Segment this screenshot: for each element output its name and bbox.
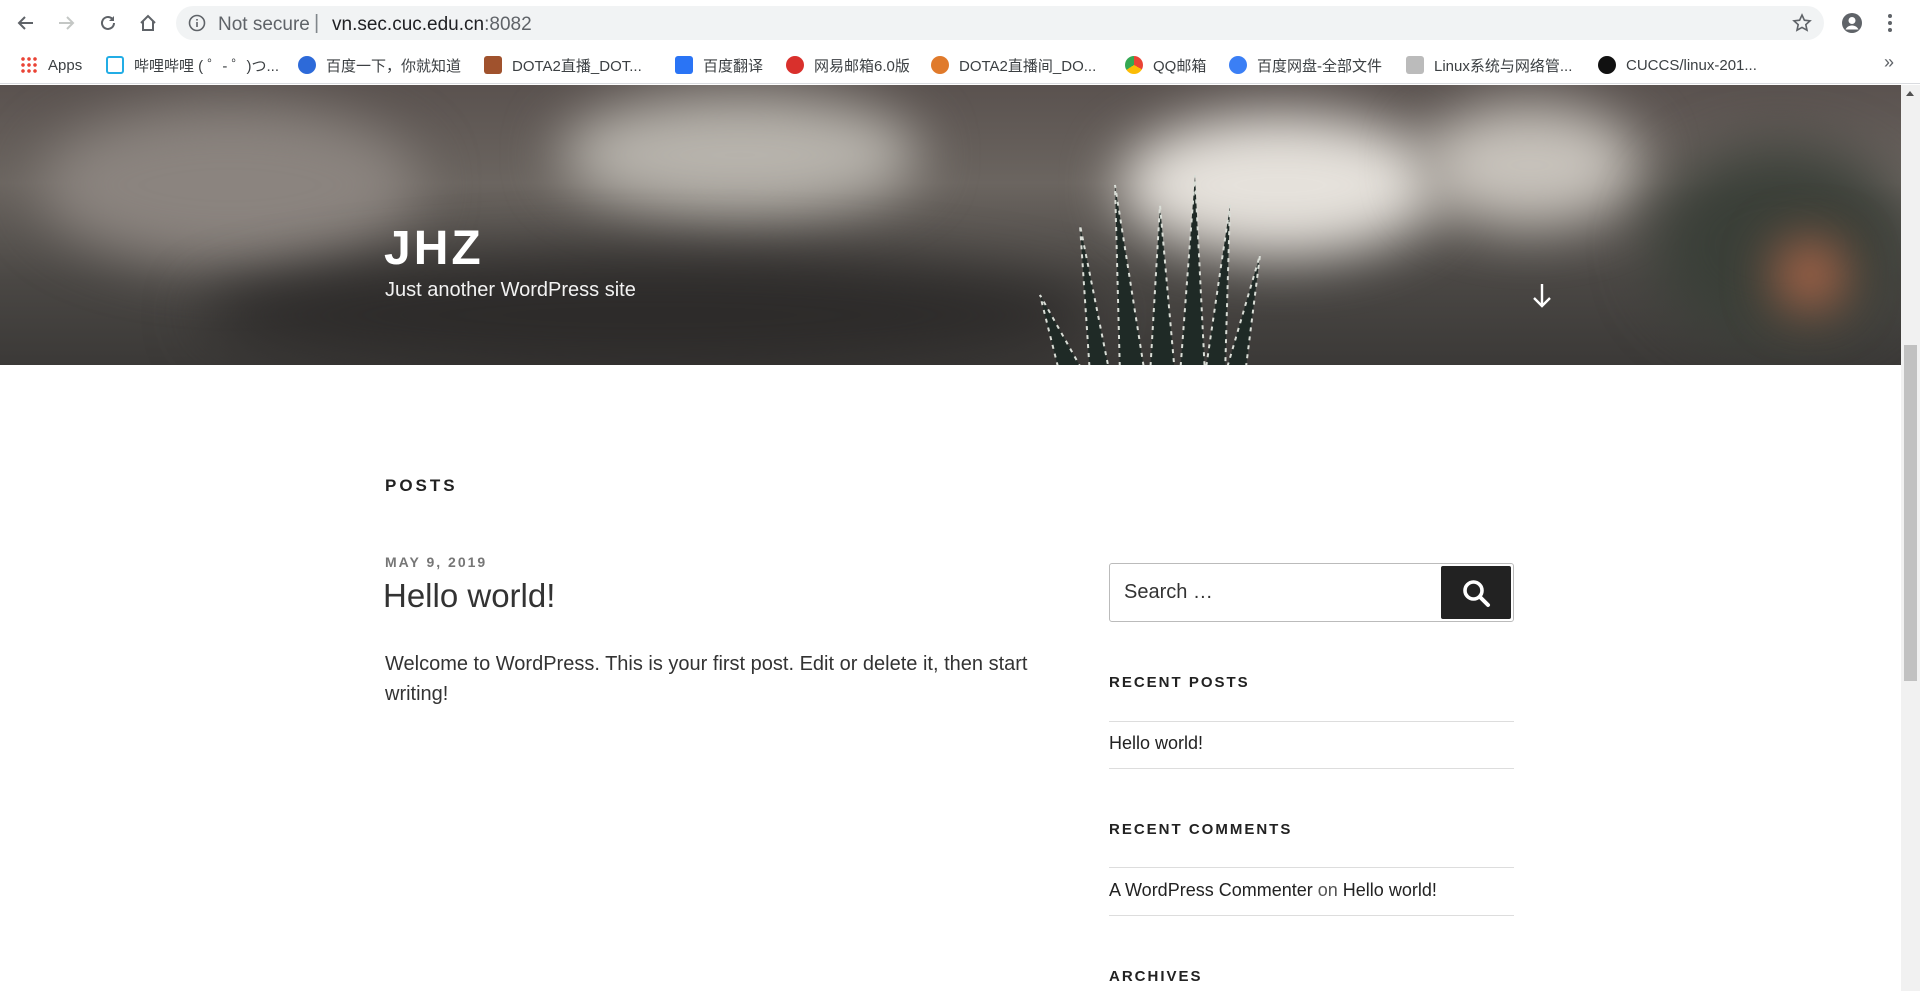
info-icon[interactable]: [188, 14, 206, 32]
hero-blur-shape: [40, 105, 420, 265]
hero-blur-shape: [1420, 105, 1640, 225]
bookmark-label: Linux系统与网络管...: [1434, 57, 1573, 75]
bookmark-star-icon[interactable]: [1792, 13, 1812, 33]
page-scrollbar[interactable]: [1901, 85, 1920, 991]
search-button[interactable]: [1441, 566, 1511, 619]
divider: [1109, 915, 1514, 916]
forward-button[interactable]: [52, 9, 80, 37]
bookmark-baidu-translate[interactable]: 百度翻译: [675, 53, 763, 77]
qq-mail-icon: [1125, 56, 1143, 74]
bookmarks-overflow-icon[interactable]: »: [1884, 52, 1894, 73]
recent-posts-title: RECENT POSTS: [1109, 674, 1250, 691]
browser-toolbar: Not secure | vn.sec.cuc.edu.cn:8082: [0, 0, 1920, 46]
search-form: [1109, 563, 1514, 622]
archives-title: ARCHIVES: [1109, 968, 1203, 985]
site-tagline: Just another WordPress site: [385, 279, 636, 301]
bookmark-label: 百度一下，你就知道: [326, 57, 462, 75]
linux-course-icon: [1406, 56, 1424, 74]
post-date[interactable]: MAY 9, 2019: [385, 554, 487, 570]
bookmark-qq-mail[interactable]: QQ邮箱: [1125, 53, 1206, 77]
home-button[interactable]: [134, 9, 162, 37]
recent-comments-title: RECENT COMMENTS: [1109, 821, 1293, 838]
bookmark-netease-mail[interactable]: 网易邮箱6.0版: [786, 53, 910, 77]
bookmark-baidu-pan[interactable]: 百度网盘-全部文件: [1229, 53, 1382, 77]
bookmark-linux-course[interactable]: Linux系统与网络管...: [1406, 53, 1572, 77]
dota-live-icon: [931, 56, 949, 74]
recent-post-link[interactable]: Hello world!: [1109, 733, 1203, 754]
account-icon[interactable]: [1841, 12, 1863, 34]
dota-icon: [484, 56, 502, 74]
bookmark-label: QQ邮箱: [1153, 57, 1207, 75]
address-bar[interactable]: Not secure | vn.sec.cuc.edu.cn:8082: [176, 6, 1824, 40]
home-icon: [140, 14, 156, 31]
hero-blur-shape: [560, 95, 920, 215]
bookmark-label: DOTA2直播间_DO...: [959, 57, 1097, 75]
netease-mail-icon: [786, 56, 804, 74]
apps-grid-icon: [20, 56, 38, 74]
scrollbar-thumb[interactable]: [1904, 345, 1917, 681]
url-port: :8082: [484, 14, 532, 35]
bookmark-label: 哔哩哔哩 ( ゜- ゜)つ...: [134, 57, 279, 75]
arrow-right-icon: [59, 16, 75, 30]
divider: [1109, 721, 1514, 722]
posts-heading: POSTS: [385, 476, 458, 495]
url-host: vn.sec.cuc.edu.cn: [332, 14, 485, 35]
bookmarks-bar: Apps 哔哩哔哩 ( ゜- ゜)つ... 百度一下，你就知道 DOTA2直播_…: [0, 46, 1920, 84]
bookmark-dota2-live[interactable]: DOTA2直播间_DO...: [931, 53, 1096, 77]
back-button[interactable]: [12, 9, 40, 37]
site-header: JHZ Just another WordPress site: [0, 85, 1901, 365]
post-title-link[interactable]: Hello world!: [383, 577, 555, 615]
bookmark-label: Apps: [48, 56, 83, 74]
reload-icon: [101, 15, 115, 30]
hero-blur-shape: [1780, 245, 1840, 305]
comment-on-text: on: [1317, 880, 1338, 900]
url-text[interactable]: vn.sec.cuc.edu.cn:8082: [332, 14, 532, 36]
recent-comment-item: A WordPress Commenter on Hello world!: [1109, 880, 1437, 901]
divider: [1109, 867, 1514, 868]
hero-blur-shape: [1650, 145, 1901, 345]
baidu-icon: [298, 56, 316, 74]
security-label: Not secure: [218, 14, 310, 35]
bookmark-baidu[interactable]: 百度一下，你就知道: [298, 53, 461, 77]
comment-post-link[interactable]: Hello world!: [1343, 880, 1437, 900]
bookmark-dota2[interactable]: DOTA2直播_DOT...: [484, 53, 642, 77]
bookmark-label: 网易邮箱6.0版: [814, 57, 910, 75]
hero-blur-shape: [200, 255, 1100, 365]
bookmark-github-cuccs[interactable]: CUCCS/linux-201...: [1598, 53, 1757, 77]
site-title[interactable]: JHZ: [384, 221, 484, 276]
bookmark-label: 百度网盘-全部文件: [1257, 57, 1382, 75]
bookmark-apps[interactable]: Apps: [20, 53, 82, 77]
bookmark-bilibili[interactable]: 哔哩哔哩 ( ゜- ゜)つ...: [106, 53, 279, 77]
divider: [1109, 768, 1514, 769]
reload-button[interactable]: [94, 9, 122, 37]
bookmark-label: CUCCS/linux-201...: [1626, 56, 1757, 74]
baidu-translate-icon: [675, 56, 693, 74]
comment-author-link[interactable]: A WordPress Commenter: [1109, 880, 1313, 900]
search-input[interactable]: [1124, 564, 1424, 621]
github-icon: [1598, 56, 1616, 74]
arrow-left-icon: [17, 16, 33, 30]
plant-illustration: [1039, 174, 1261, 365]
scroll-down-icon[interactable]: [1530, 281, 1554, 311]
post-excerpt: Welcome to WordPress. This is your first…: [385, 653, 1028, 705]
bookmark-label: 百度翻译: [703, 57, 764, 75]
bilibili-icon: [106, 56, 124, 74]
bookmark-label: DOTA2直播_DOT...: [512, 57, 642, 75]
menu-dots-icon[interactable]: [1886, 12, 1894, 34]
page-viewport: JHZ Just another WordPress site POSTS MA…: [0, 85, 1901, 991]
baidu-pan-icon: [1229, 56, 1247, 74]
scroll-up-arrow-icon[interactable]: [1906, 91, 1914, 96]
search-icon: [1463, 579, 1490, 607]
url-separator: |: [314, 12, 320, 34]
